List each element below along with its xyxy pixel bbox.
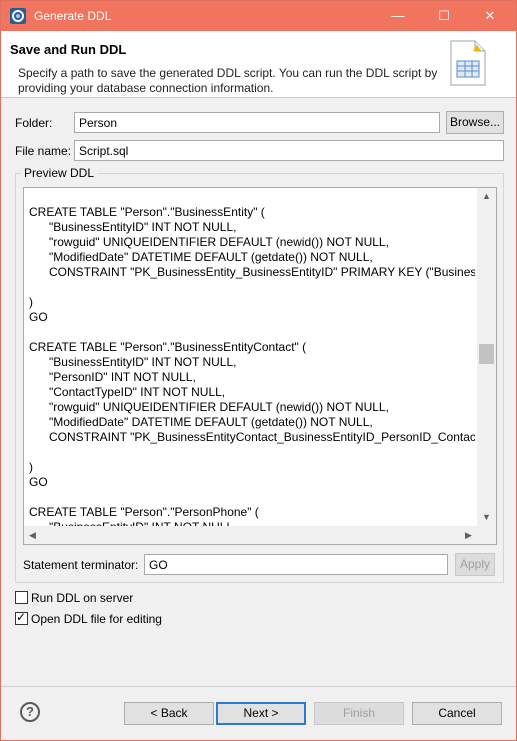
next-button[interactable]: Next > — [216, 702, 306, 725]
ddl-code-line: "BusinessEntityID" INT NOT NULL, — [29, 220, 237, 234]
folder-label: Folder: — [15, 116, 53, 130]
minimize-button[interactable]: — — [375, 1, 421, 31]
open-ddl-label[interactable]: Open DDL file for editing — [31, 612, 162, 626]
terminator-label: Statement terminator: — [23, 558, 139, 572]
vertical-scroll-thumb[interactable] — [479, 344, 494, 364]
ddl-code-line: CONSTRAINT "PK_BusinessEntityContact_Bus… — [29, 430, 475, 444]
apply-button[interactable]: Apply — [455, 553, 495, 576]
ddl-code-line: CREATE TABLE "Person"."PersonPhone" ( — [29, 505, 259, 519]
page-description: Specify a path to save the generated DDL… — [18, 66, 438, 95]
checkmark-icon: ✓ — [16, 610, 27, 624]
scroll-right-icon[interactable]: ▶ — [460, 526, 477, 544]
minimize-icon: — — [391, 8, 405, 23]
window-title: Generate DDL — [34, 9, 112, 23]
ddl-code-text[interactable]: CREATE TABLE "Person"."BusinessEntity" (… — [29, 205, 475, 526]
ddl-code-line: "PersonID" INT NOT NULL, — [29, 370, 196, 384]
folder-input[interactable] — [74, 112, 440, 133]
scroll-down-icon[interactable]: ▼ — [477, 509, 496, 526]
title-bar: Generate DDL — ☐ ✕ — [1, 1, 516, 31]
terminator-input[interactable] — [144, 554, 448, 575]
finish-button[interactable]: Finish — [314, 702, 404, 725]
ddl-code-line — [29, 325, 475, 340]
ddl-code-line: ) — [29, 295, 33, 309]
app-icon — [10, 8, 26, 24]
ddl-code-line: "ModifiedDate" DATETIME DEFAULT (getdate… — [29, 250, 373, 264]
wizard-header: Save and Run DDL Specify a path to save … — [1, 31, 516, 98]
ddl-code-line: "rowguid" UNIQUEIDENTIFIER DEFAULT (newi… — [29, 400, 389, 414]
vertical-scrollbar[interactable]: ▲ ▼ — [477, 188, 496, 526]
ddl-code-line: "BusinessEntityID" INT NOT NULL, — [29, 355, 237, 369]
ddl-code-line — [29, 280, 475, 295]
filename-label: File name: — [15, 144, 72, 158]
run-ddl-label[interactable]: Run DDL on server — [31, 591, 133, 605]
ddl-code-line — [29, 490, 475, 505]
ddl-code-line: CONSTRAINT "PK_BusinessEntity_BusinessEn… — [29, 265, 475, 279]
ddl-preview-area[interactable]: CREATE TABLE "Person"."BusinessEntity" (… — [23, 187, 497, 545]
help-icon[interactable]: ? — [20, 702, 40, 722]
ddl-code-line — [29, 445, 475, 460]
filename-input[interactable] — [74, 140, 504, 161]
ddl-code-line: "ModifiedDate" DATETIME DEFAULT (getdate… — [29, 415, 373, 429]
ddl-code-line: CREATE TABLE "Person"."BusinessEntityCon… — [29, 340, 307, 354]
page-title: Save and Run DDL — [10, 42, 127, 57]
scroll-left-icon[interactable]: ◀ — [24, 526, 41, 544]
generate-ddl-dialog: Generate DDL — ☐ ✕ Save and Run DDL Spec… — [0, 0, 517, 741]
ddl-code-line: GO — [29, 310, 48, 324]
ddl-code-line: "ContactTypeID" INT NOT NULL, — [29, 385, 226, 399]
open-ddl-checkbox[interactable]: ✓ — [15, 610, 28, 625]
ddl-code-line: GO — [29, 475, 48, 489]
close-button[interactable]: ✕ — [467, 1, 513, 31]
scroll-up-icon[interactable]: ▲ — [477, 188, 496, 205]
maximize-icon: ☐ — [438, 8, 450, 23]
run-ddl-checkbox[interactable] — [15, 591, 28, 604]
ddl-code-line: "rowguid" UNIQUEIDENTIFIER DEFAULT (newi… — [29, 235, 389, 249]
back-button[interactable]: < Back — [124, 702, 214, 725]
ddl-document-icon — [450, 40, 486, 86]
maximize-button[interactable]: ☐ — [421, 1, 467, 31]
browse-button[interactable]: Browse... — [446, 111, 504, 134]
ddl-code-line: CREATE TABLE "Person"."BusinessEntity" ( — [29, 205, 265, 219]
close-icon: ✕ — [484, 8, 496, 23]
preview-ddl-legend: Preview DDL — [21, 166, 98, 180]
ddl-code-line: ) — [29, 460, 33, 474]
cancel-button[interactable]: Cancel — [412, 702, 502, 725]
horizontal-scrollbar[interactable]: ◀ ▶ — [24, 526, 477, 544]
scroll-corner — [477, 526, 496, 544]
footer-separator — [1, 686, 516, 687]
